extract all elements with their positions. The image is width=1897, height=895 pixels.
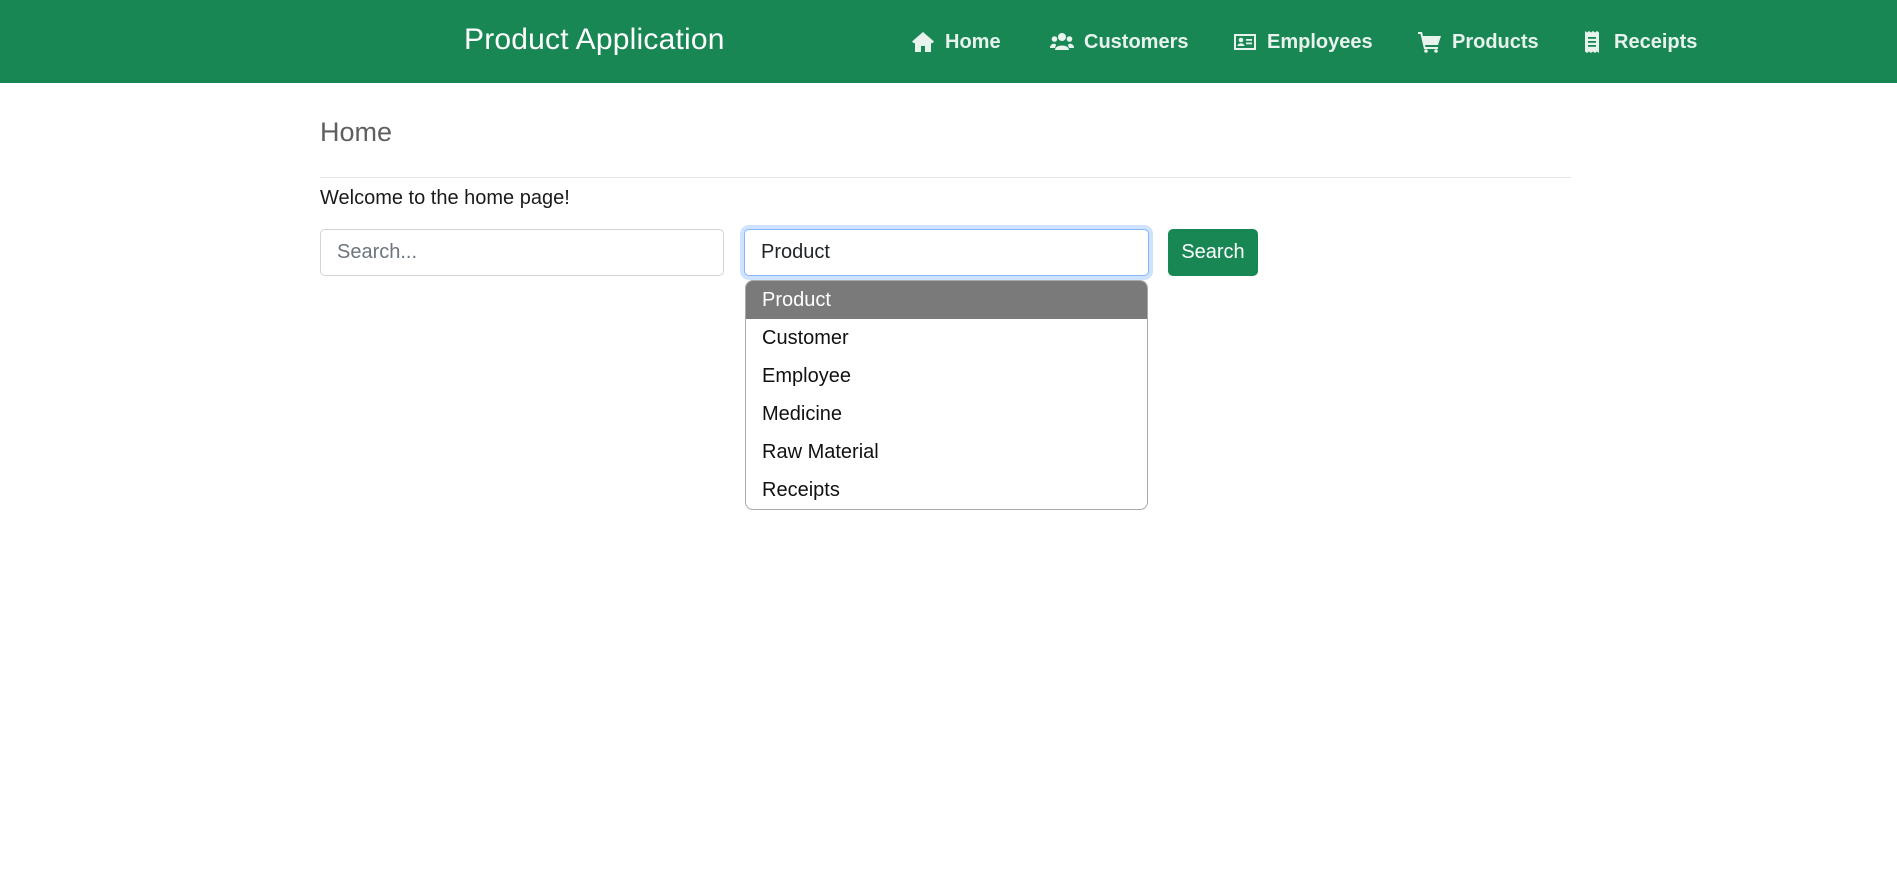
top-navbar: Product Application Home Customers Emplo… bbox=[0, 0, 1897, 83]
welcome-text: Welcome to the home page! bbox=[320, 187, 570, 209]
dropdown-option-medicine[interactable]: Medicine bbox=[746, 395, 1147, 433]
home-icon bbox=[912, 32, 934, 52]
category-select[interactable]: Product bbox=[744, 229, 1149, 276]
dropdown-option-customer[interactable]: Customer bbox=[746, 319, 1147, 357]
nav-item-home[interactable]: Home bbox=[911, 27, 1001, 57]
nav-item-label: Employees bbox=[1267, 30, 1373, 53]
app-brand[interactable]: Product Application bbox=[464, 22, 725, 58]
page-title: Home bbox=[320, 117, 393, 147]
search-button[interactable]: Search bbox=[1168, 229, 1258, 276]
dropdown-option-employee[interactable]: Employee bbox=[746, 357, 1147, 395]
dropdown-option-raw-material[interactable]: Raw Material bbox=[746, 433, 1147, 471]
users-icon bbox=[1050, 33, 1074, 50]
nav-item-label: Products bbox=[1452, 30, 1539, 53]
id-card-icon bbox=[1234, 34, 1256, 50]
search-input[interactable] bbox=[320, 229, 724, 276]
cart-icon bbox=[1418, 32, 1441, 53]
nav-item-employees[interactable]: Employees bbox=[1233, 27, 1373, 57]
nav-item-receipts[interactable]: Receipts bbox=[1580, 27, 1697, 57]
category-select-value: Product bbox=[761, 241, 830, 263]
category-dropdown-list: Product Customer Employee Medicine Raw M… bbox=[745, 280, 1148, 510]
title-divider bbox=[320, 177, 1571, 178]
nav-item-label: Home bbox=[945, 30, 1001, 53]
receipt-icon bbox=[1585, 31, 1599, 53]
nav-item-label: Customers bbox=[1084, 30, 1189, 53]
nav-item-products[interactable]: Products bbox=[1418, 27, 1539, 57]
dropdown-option-product[interactable]: Product bbox=[746, 281, 1147, 319]
nav-item-label: Receipts bbox=[1614, 30, 1698, 53]
nav-item-customers[interactable]: Customers bbox=[1050, 27, 1188, 57]
dropdown-option-receipts[interactable]: Receipts bbox=[746, 471, 1147, 509]
